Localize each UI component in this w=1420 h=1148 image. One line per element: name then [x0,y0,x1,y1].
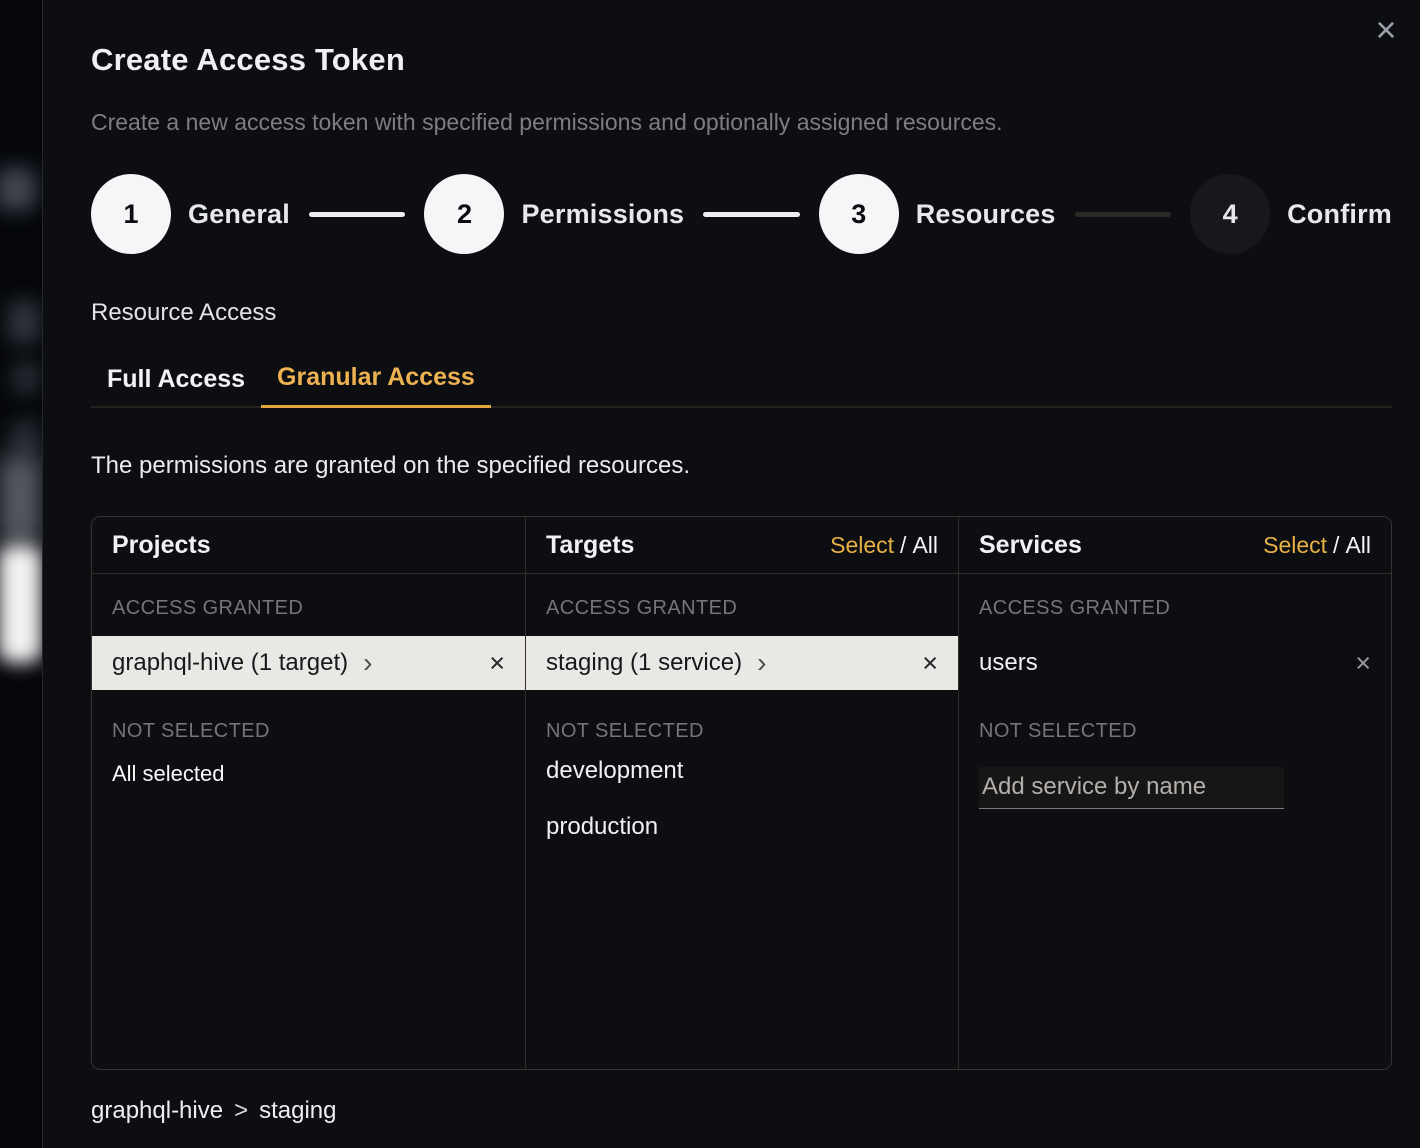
stepper: 1 General 2 Permissions 3 Resources 4 Co… [91,174,1392,254]
step-label-general: General [188,199,290,230]
granular-access-description: The permissions are granted on the speci… [91,452,1392,480]
step-confirm[interactable]: 4 Confirm [1190,174,1392,254]
target-option-development[interactable]: development [526,743,958,799]
step-number-1: 1 [91,174,171,254]
close-icon[interactable]: × [1364,8,1408,52]
step-connector [703,212,800,217]
projects-column-header: Projects [92,517,525,574]
not-selected-label: NOT SELECTED [526,690,958,743]
step-permissions[interactable]: 2 Permissions [424,174,684,254]
create-access-token-dialog: × Create Access Token Create a new acces… [42,0,1420,1148]
targets-select-link[interactable]: Select [830,532,894,558]
chevron-right-icon: › [757,649,766,677]
blurred-background-button [0,545,42,663]
step-number-4: 4 [1190,174,1270,254]
projects-column: Projects ACCESS GRANTED graphql-hive (1 … [92,517,525,1069]
access-granted-label: ACCESS GRANTED [959,574,1391,620]
services-column-title: Services [979,531,1082,560]
access-granted-label: ACCESS GRANTED [92,574,525,620]
projects-column-title: Projects [112,531,211,560]
remove-project-icon[interactable]: × [489,650,505,677]
chevron-right-icon: › [363,649,372,677]
tab-granular-access[interactable]: Granular Access [261,351,491,408]
select-all-divider: / [900,532,906,558]
targets-column-title: Targets [546,531,634,560]
blurred-background-element [10,420,40,454]
targets-column-header: Targets Select/All [526,517,958,574]
targets-column: Targets Select/All ACCESS GRANTED stagin… [525,517,958,1069]
breadcrumb-separator: > [234,1097,248,1125]
services-select-all: Select/All [1263,532,1371,559]
step-connector [309,212,406,217]
remove-target-icon[interactable]: × [922,650,938,677]
blurred-background-element [0,455,42,545]
step-label-confirm: Confirm [1287,199,1392,230]
step-connector [1075,212,1172,217]
blurred-background-element [0,168,36,210]
target-option-production[interactable]: production [526,799,958,855]
blurred-background-element [8,300,40,344]
breadcrumb: graphql-hive > staging [91,1097,1392,1125]
selected-target-row[interactable]: staging (1 service) › × [526,636,958,690]
resource-access-heading: Resource Access [91,299,1392,327]
selected-project-name: graphql-hive (1 target) [112,649,348,677]
access-granted-label: ACCESS GRANTED [526,574,958,620]
step-label-resources: Resources [916,199,1056,230]
remove-service-icon[interactable]: × [1355,650,1371,677]
breadcrumb-project: graphql-hive [91,1097,223,1125]
targets-select-all: Select/All [830,532,938,559]
step-number-2: 2 [424,174,504,254]
step-label-permissions: Permissions [521,199,684,230]
step-general[interactable]: 1 General [91,174,290,254]
dialog-subtitle: Create a new access token with specified… [91,109,1392,136]
targets-all-link[interactable]: All [912,532,938,558]
granted-service-row: users × [959,636,1391,690]
step-resources[interactable]: 3 Resources [819,174,1056,254]
tab-full-access[interactable]: Full Access [91,351,261,408]
services-column: Services Select/All ACCESS GRANTED users… [958,517,1391,1069]
add-service-input[interactable] [979,767,1284,809]
selected-project-row[interactable]: graphql-hive (1 target) › × [92,636,525,690]
not-selected-label: NOT SELECTED [92,690,525,743]
access-mode-tabs: Full Access Granular Access [91,351,1392,408]
selected-target-name: staging (1 service) [546,649,742,677]
services-select-link[interactable]: Select [1263,532,1327,558]
projects-all-selected-note: All selected [92,743,525,787]
not-selected-label: NOT SELECTED [959,690,1391,743]
select-all-divider: / [1333,532,1339,558]
step-number-3: 3 [819,174,899,254]
blurred-background-element [12,362,40,394]
services-all-link[interactable]: All [1345,532,1371,558]
background-page-blurred [0,0,42,1148]
granted-service-name: users [979,649,1038,677]
dialog-title: Create Access Token [91,42,1392,78]
resource-selection-table: Projects ACCESS GRANTED graphql-hive (1 … [91,516,1392,1070]
services-column-header: Services Select/All [959,517,1391,574]
breadcrumb-target: staging [259,1097,336,1125]
